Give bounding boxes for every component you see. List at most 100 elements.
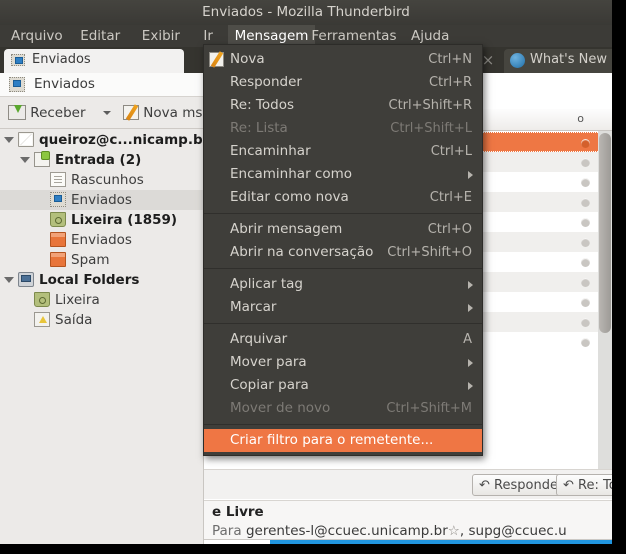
submenu-arrow-icon [468, 281, 473, 289]
menu-item-mover-para[interactable]: Mover para [204, 351, 482, 374]
menu-item-abrir-na-conversa-o[interactable]: Abrir na conversação Ctrl+Shift+O [204, 241, 482, 264]
folder-row[interactable]: Lixeira (1859) [0, 210, 203, 230]
read-status-icon[interactable] [581, 338, 590, 347]
menu-item-label: Editar como nova [230, 189, 349, 205]
submenu-arrow-icon [468, 171, 473, 179]
read-status-icon[interactable] [581, 178, 590, 187]
reply-label: Responder [494, 478, 564, 493]
menu-item-encaminhar[interactable]: Encaminhar Ctrl+L [204, 140, 482, 163]
twisty-expanded-icon[interactable] [4, 137, 14, 143]
folder-icon [50, 252, 66, 267]
tab-enviados[interactable]: Enviados [4, 49, 184, 73]
menu-item-label: Mover de novo [230, 400, 331, 416]
scrollbar-thumb[interactable] [599, 133, 611, 333]
menu-item-arquivar[interactable]: Arquivar A [204, 328, 482, 351]
menu-item-label: Abrir na conversação [230, 244, 374, 260]
thunderbird-window: Enviados - Mozilla Thunderbird Arquivo Ed… [0, 0, 612, 544]
sent-folder-icon [50, 192, 66, 207]
submenu-arrow-icon [468, 382, 473, 390]
message-header-preview: e Livre Para gerentes-l@ccuec.unicamp.br… [204, 500, 612, 544]
menubar-item-label: Ajuda [411, 28, 450, 44]
menu-item-re-todos[interactable]: Re: Todos Ctrl+Shift+R [204, 94, 482, 117]
to-label: Para [212, 523, 242, 539]
star-icon[interactable]: ☆ [448, 523, 460, 539]
menu-item-label: Re: Lista [230, 120, 288, 136]
menu-item-editar-como-nova[interactable]: Editar como nova Ctrl+E [204, 186, 482, 209]
read-status-icon[interactable] [581, 258, 590, 267]
read-status-icon[interactable] [581, 139, 590, 148]
sort-column-label: o [577, 112, 584, 125]
message-list-scrollbar[interactable] [598, 131, 612, 469]
menu-item-criar-filtro-para-o-remetente[interactable]: Criar filtro para o remetente... [204, 429, 482, 452]
folder-row[interactable]: queiroz@c...nicamp.br [0, 130, 209, 150]
menu-item-marcar[interactable]: Marcar [204, 296, 482, 319]
folder-row[interactable]: Spam [0, 250, 203, 270]
twisty-expanded-icon[interactable] [4, 277, 14, 283]
folder-row[interactable]: Entrada (2) [0, 150, 203, 170]
menu-item-responder[interactable]: Responder Ctrl+R [204, 71, 482, 94]
menu-item-aplicar-tag[interactable]: Aplicar tag [204, 273, 482, 296]
folder-row[interactable]: Local Folders [0, 270, 203, 290]
local-folders-icon [18, 272, 34, 287]
window-shadow-right [612, 6, 626, 554]
read-status-icon[interactable] [581, 298, 590, 307]
read-status-icon[interactable] [581, 218, 590, 227]
menu-item-shortcut: Ctrl+E [429, 190, 472, 205]
menu-item-nova[interactable]: Nova Ctrl+N [204, 48, 482, 71]
folder-label: Lixeira [55, 292, 100, 308]
sent-folder-icon [9, 77, 25, 92]
chevron-down-icon[interactable] [103, 111, 111, 115]
folder-label: Spam [71, 252, 110, 268]
folder-label: Enviados [71, 232, 132, 248]
compose-icon [123, 104, 139, 121]
twisty-expanded-icon[interactable] [20, 157, 30, 163]
tab-whats-new[interactable]: What's New [504, 49, 612, 73]
reply-all-button[interactable]: ↶ Re: To [556, 474, 612, 496]
folder-row[interactable]: Saída [0, 310, 203, 330]
get-mail-icon [8, 105, 26, 120]
folder-label: Enviados [71, 192, 132, 208]
drafts-icon [50, 172, 66, 187]
folder-row[interactable]: Enviados [0, 230, 203, 250]
new-message-button[interactable]: Nova ms [123, 101, 202, 126]
message-menu-popup: Nova Ctrl+N Responder Ctrl+R Re: Todos Ctrl+S… [203, 44, 483, 456]
menu-separator [204, 213, 482, 214]
folder-row[interactable]: Rascunhos [0, 170, 203, 190]
folder-pane-title: Enviados [34, 76, 95, 92]
menu-item-label: Copiar para [230, 377, 309, 393]
folder-label: Local Folders [39, 272, 140, 288]
outbox-icon [34, 312, 50, 327]
menu-item-encaminhar-como[interactable]: Encaminhar como [204, 163, 482, 186]
menu-item-label: Encaminhar como [230, 166, 353, 182]
menu-item-abrir-mensagem[interactable]: Abrir mensagem Ctrl+O [204, 218, 482, 241]
menu-item-shortcut: A [463, 332, 472, 347]
trash-icon [34, 292, 50, 307]
read-status-icon[interactable] [581, 318, 590, 327]
menubar-item-editar[interactable]: Editar [73, 25, 127, 47]
menubar-item-label: Arquivo [11, 28, 63, 44]
window-title: Enviados - Mozilla Thunderbird [202, 4, 410, 20]
to-value[interactable]: gerentes-l@ccuec.unicamp.br [246, 523, 448, 539]
new-message-label: Nova ms [143, 105, 203, 121]
menubar-item-label: Ir [203, 28, 213, 44]
menu-item-copiar-para[interactable]: Copiar para [204, 374, 482, 397]
folder-row[interactable]: Lixeira [0, 290, 203, 310]
folder-label: Rascunhos [71, 172, 144, 188]
folder-row[interactable]: Enviados [0, 190, 203, 210]
read-status-icon[interactable] [581, 278, 590, 287]
read-status-icon[interactable] [581, 158, 590, 167]
read-status-icon[interactable] [581, 238, 590, 247]
folder-label: Entrada (2) [55, 152, 142, 168]
mail-toolbar: Receber Nova ms [0, 98, 203, 129]
menubar-item-arquivo[interactable]: Arquivo [4, 25, 70, 47]
folder-pane: Enviados Receber Nova ms queiroz@c...nic… [0, 73, 209, 544]
menu-item-shortcut: Ctrl+Shift+R [388, 98, 473, 113]
menu-item-shortcut: Ctrl+L [430, 144, 472, 159]
message-subject: e Livre [212, 504, 264, 520]
get-mail-button[interactable]: Receber [8, 101, 86, 126]
account-mail-icon [18, 132, 34, 147]
read-status-icon[interactable] [581, 198, 590, 207]
menubar-item-exibir[interactable]: Exibir [135, 25, 187, 47]
menu-item-label: Nova [230, 51, 265, 67]
reply-all-label: Re: To [578, 478, 612, 493]
